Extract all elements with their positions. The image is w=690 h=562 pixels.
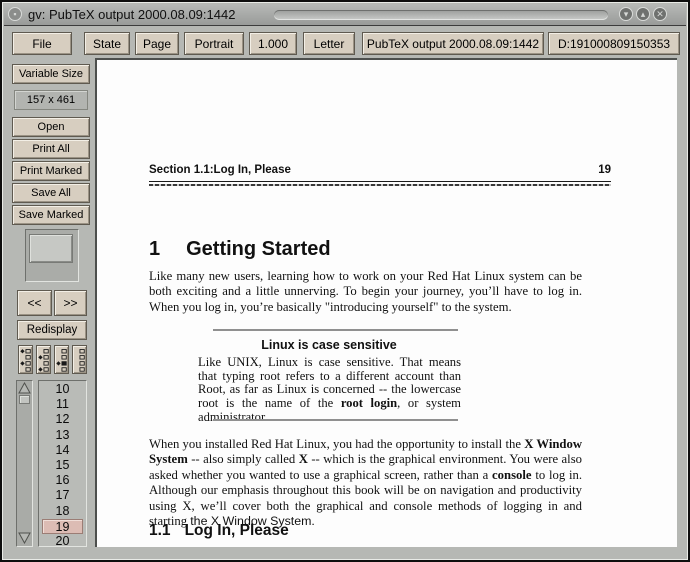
section-number: 1.1 [149,522,171,540]
prev-page-button[interactable]: << [17,290,52,316]
maximize-icon[interactable]: ▴ [636,7,650,21]
print-all-button[interactable]: Print All [12,139,90,159]
page-list-item[interactable]: 12 [42,412,83,427]
section-heading: 1.1 Log In, Please [149,522,289,540]
running-header-page-number: 19 [598,164,611,176]
page-list-item[interactable]: 11 [42,397,83,412]
page-list[interactable]: 1011121314151617181920 [38,380,87,547]
page-list-item[interactable]: 14 [42,443,83,458]
mark-current-page-icon[interactable] [54,345,69,374]
page-list-item[interactable]: 16 [42,473,83,488]
redisplay-button[interactable]: Redisplay [17,320,87,340]
save-marked-button[interactable]: Save Marked [12,205,90,225]
page-locator-viewbox[interactable] [29,234,73,263]
scale-button[interactable]: 1.000 [249,32,297,55]
page-locator[interactable] [25,229,79,282]
running-header: Section 1.1:Log In, Please 19 [149,164,611,176]
running-header-title: Section 1.1:Log In, Please [149,164,291,176]
page-list-item[interactable]: 18 [42,504,83,519]
mark-odd-pages-icon[interactable] [18,345,33,374]
gv-window: ▪ gv: PubTeX output 2000.08.09:1442 ▾ ▴ … [0,0,690,562]
window-menu-icon[interactable]: ▪ [8,7,22,21]
titlebar-grip [274,10,608,20]
chapter-number: 1 [149,238,160,261]
toolbar: File State Page Portrait 1.000 Letter Pu… [12,32,680,55]
unmark-all-pages-icon[interactable] [72,345,87,374]
chapter-title: Getting Started [186,238,330,261]
state-button[interactable]: State [84,32,130,55]
file-button[interactable]: File [12,32,72,55]
page-button[interactable]: Page [135,32,179,55]
variable-size-button[interactable]: Variable Size [12,64,90,84]
open-button[interactable]: Open [12,117,90,137]
page-list-item[interactable]: 19 [42,519,83,534]
section-title: Log In, Please [185,522,289,540]
titlebar[interactable]: ▪ gv: PubTeX output 2000.08.09:1442 ▾ ▴ … [4,4,686,26]
header-rule-dashed [149,184,611,186]
paragraph-1: Like many new users, learning how to wor… [149,269,582,315]
chapter-heading: 1 Getting Started [149,238,331,261]
note-rule-top [213,329,458,331]
note-rule-bottom [213,419,458,421]
page-list-item[interactable]: 17 [42,488,83,503]
document-title-button[interactable]: PubTeX output 2000.08.09:1442 [362,32,544,55]
document-page: Section 1.1:Log In, Please 19 1 Getting … [97,60,677,547]
note-body: Like UNIX, Linux is case sensitive. That… [198,356,461,425]
scrollbar-thumb[interactable] [19,395,30,404]
page-list-scrollbar[interactable] [16,380,33,547]
paragraph-2: When you installed Red Hat Linux, you ha… [149,437,582,529]
window-title: gv: PubTeX output 2000.08.09:1442 [28,7,235,22]
bbox-size-label: 157 x 461 [14,90,88,110]
date-code-button[interactable]: D:191000809150353 [548,32,680,55]
scroll-up-icon[interactable] [18,382,31,394]
page-list-item[interactable]: 20 [42,534,83,547]
save-all-button[interactable]: Save All [12,183,90,203]
scroll-down-icon[interactable] [18,532,31,544]
minimize-icon[interactable]: ▾ [619,7,633,21]
print-marked-button[interactable]: Print Marked [12,161,90,181]
note-title: Linux is case sensitive [198,338,460,352]
media-button[interactable]: Letter [303,32,355,55]
close-icon[interactable]: ✕ [653,7,667,21]
header-rule [149,181,611,182]
mark-even-pages-icon[interactable] [36,345,51,374]
orientation-button[interactable]: Portrait [184,32,244,55]
page-list-item[interactable]: 10 [42,382,83,397]
page-list-item[interactable]: 13 [42,428,83,443]
next-page-button[interactable]: >> [54,290,87,316]
page-list-item[interactable]: 15 [42,458,83,473]
document-viewport[interactable]: Section 1.1:Log In, Please 19 1 Getting … [95,58,677,547]
